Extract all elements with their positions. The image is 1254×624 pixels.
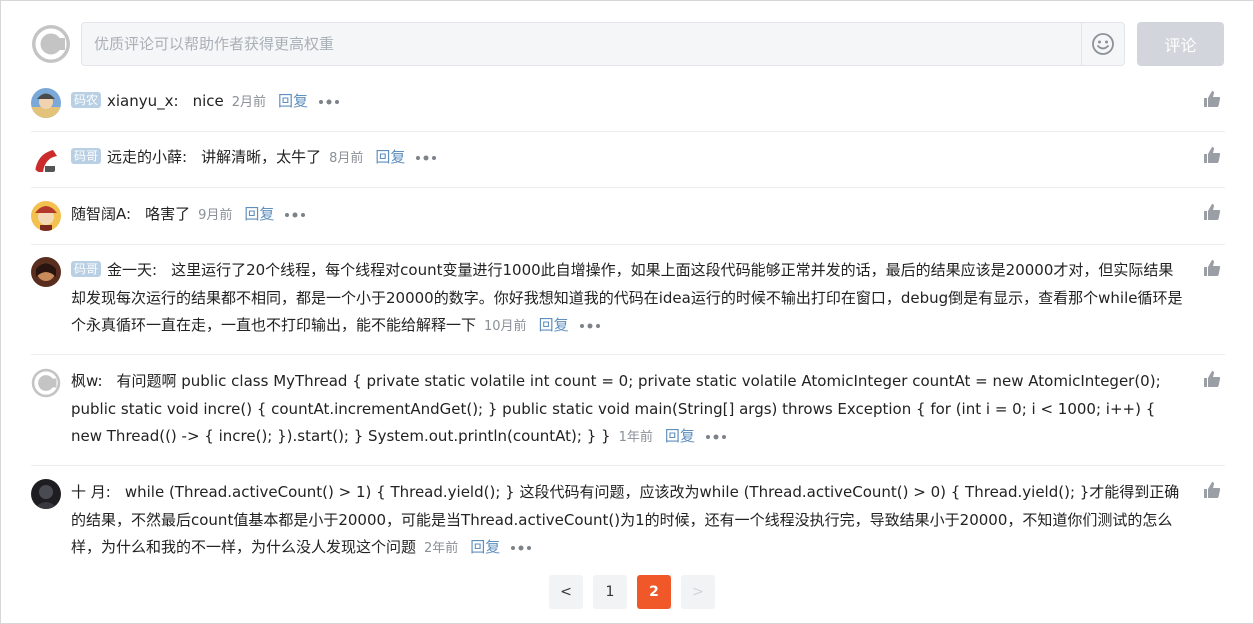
user-badge: 码农: [71, 92, 102, 108]
more-options-icon[interactable]: [284, 212, 306, 218]
avatar: [31, 257, 61, 287]
comment-text: nice: [192, 92, 224, 110]
username-link[interactable]: 十 月: [71, 483, 106, 501]
avatar: [31, 144, 61, 174]
avatar: [31, 88, 61, 118]
comment-time: 9月前: [198, 208, 233, 223]
emoji-button[interactable]: [1081, 23, 1124, 65]
reply-button[interactable]: 回复: [244, 205, 274, 223]
next-page-button[interactable]: >: [681, 575, 715, 609]
comment-item: 十 月: while (Thread.activeCount() > 1) { T…: [31, 466, 1225, 570]
username-link[interactable]: 金一天: [107, 261, 152, 279]
thumbs-up-icon[interactable]: [1203, 146, 1221, 164]
comment-text: 咯害了: [145, 205, 191, 223]
reply-button[interactable]: 回复: [375, 148, 405, 166]
comment-text: 有问题啊 public class MyThread { private sta…: [71, 372, 1161, 445]
reply-button[interactable]: 回复: [665, 427, 695, 445]
site-logo-icon: [32, 25, 70, 63]
comment-time: 8月前: [329, 151, 364, 166]
comment-input[interactable]: [82, 23, 1096, 65]
username-link[interactable]: 枫w: [71, 372, 97, 390]
page-2-button[interactable]: 2: [637, 575, 671, 609]
more-options-icon[interactable]: [415, 155, 437, 161]
reply-button[interactable]: 回复: [278, 92, 308, 110]
comment-time: 10月前: [484, 319, 527, 334]
comment-time: 1年前: [618, 430, 653, 445]
thumbs-up-icon[interactable]: [1203, 203, 1221, 221]
thumbs-up-icon[interactable]: [1203, 481, 1221, 499]
comment-item: 码哥 金一天: 这里运行了20个线程，每个线程对count变量进行1000此自增操作…: [31, 245, 1225, 355]
smiley-icon: [1092, 33, 1114, 55]
reply-button[interactable]: 回复: [470, 538, 500, 556]
name-colon: :: [182, 148, 188, 166]
comment-item: 码农 xianyu_x: nice 2月前 回复: [31, 75, 1225, 132]
pagination: < 1 2 >: [549, 575, 725, 609]
thumbs-up-icon[interactable]: [1203, 259, 1221, 277]
prev-page-button[interactable]: <: [549, 575, 583, 609]
comment-text: while (Thread.activeCount() > 1) { Threa…: [71, 483, 1180, 556]
name-colon: :: [173, 92, 179, 110]
name-colon: :: [105, 483, 111, 501]
name-colon: :: [152, 261, 158, 279]
comment-item: 枫w: 有问题啊 public class MyThread { private …: [31, 355, 1225, 466]
comment-item: 码哥 远走的小薛: 讲解清晰，太牛了 8月前 回复: [31, 132, 1225, 188]
page-1-button[interactable]: 1: [593, 575, 627, 609]
avatar: [31, 368, 61, 398]
avatar: [31, 479, 61, 509]
comment-text: 讲解清晰，太牛了: [201, 148, 322, 166]
thumbs-up-icon[interactable]: [1203, 90, 1221, 108]
comment-list: 码农 xianyu_x: nice 2月前 回复 码哥 远走的小薛: 讲解清晰，太牛了 8月前…: [31, 75, 1225, 570]
name-colon: :: [126, 205, 132, 223]
submit-comment-button[interactable]: 评论: [1137, 22, 1224, 66]
comment-input-box: [81, 22, 1125, 66]
user-badge: 码哥: [71, 261, 102, 277]
more-options-icon[interactable]: [318, 99, 340, 105]
comment-time: 2年前: [424, 541, 459, 556]
thumbs-up-icon[interactable]: [1203, 370, 1221, 388]
username-link[interactable]: 远走的小薛: [107, 148, 182, 166]
username-link[interactable]: 随智阔A: [71, 205, 126, 223]
user-badge: 码哥: [71, 148, 102, 164]
comment-time: 2月前: [231, 95, 267, 110]
comment-text: 这里运行了20个线程，每个线程对count变量进行1000此自增操作，如果上面这…: [71, 261, 1183, 334]
more-options-icon[interactable]: [705, 434, 727, 440]
name-colon: :: [97, 372, 103, 390]
comment-composer: 评论: [31, 21, 1225, 69]
more-options-icon[interactable]: [579, 323, 601, 329]
more-options-icon[interactable]: [510, 545, 532, 551]
reply-button[interactable]: 回复: [539, 316, 569, 334]
username-link[interactable]: xianyu_x: [107, 92, 174, 110]
avatar: [31, 201, 61, 231]
comment-item: 随智阔A: 咯害了 9月前 回复: [31, 188, 1225, 245]
